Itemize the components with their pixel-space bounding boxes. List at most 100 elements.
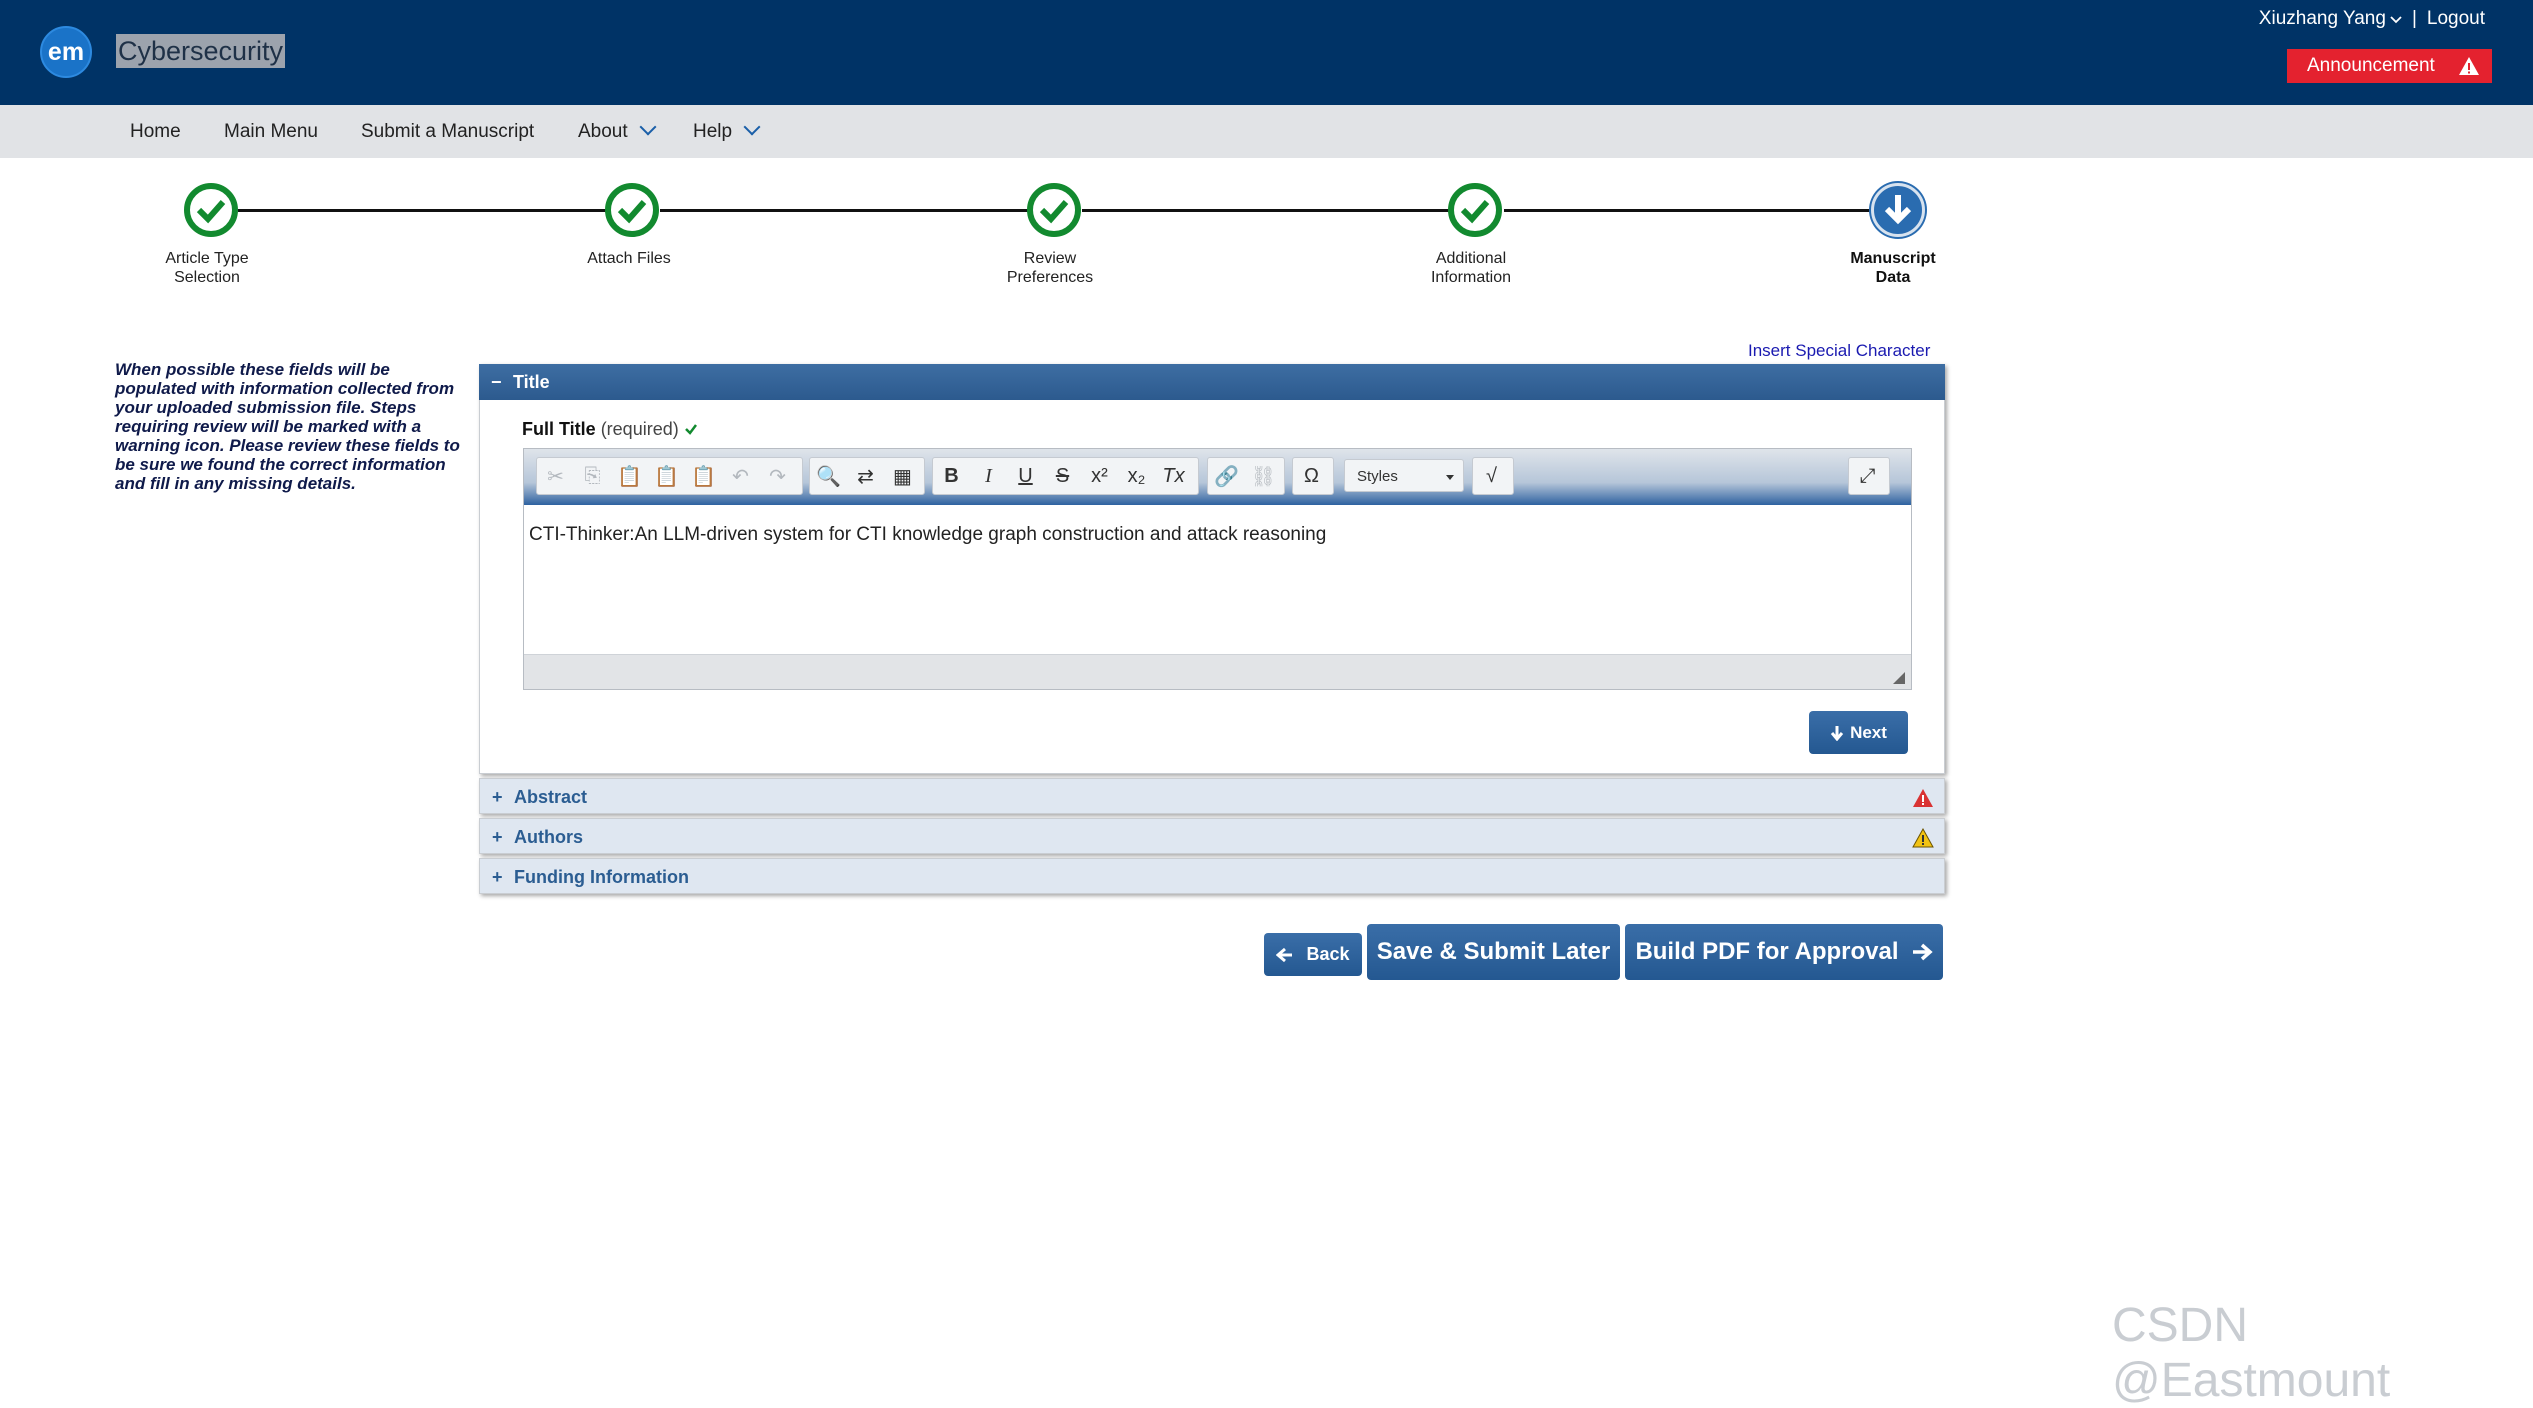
chevron-down-icon [639,118,657,136]
nav-submit-manuscript[interactable]: Submit a Manuscript [361,105,534,158]
maximize-group: ⤢ [1848,457,1890,495]
step-label-current: Manuscript Data [1803,249,1983,287]
step-label: Attach Files [539,249,719,268]
checkmark-icon [1039,200,1069,224]
header-separator: | [2411,8,2417,29]
required-indicator: (required) [600,419,679,439]
checkmark-icon [1460,200,1490,224]
editorial-manager-logo[interactable]: em [40,26,92,78]
strikethrough-icon[interactable]: S [1044,458,1081,494]
expand-icon: + [492,867,503,887]
step-label: Article Type Selection [117,249,297,287]
math-formula-icon[interactable]: √ [1473,458,1510,494]
step-label-line: Manuscript [1850,250,1936,267]
insert-special-character-link[interactable]: Insert Special Character [1748,341,1930,361]
link-icon[interactable]: 🔗 [1208,458,1245,494]
nav-about-label: About [578,121,628,142]
special-char-group: Ω [1292,457,1334,495]
panel-title: Abstract [514,787,588,807]
arrow-left-icon [1276,947,1293,962]
nav-help-label: Help [693,121,733,142]
journal-name: Cybersecurity [116,34,286,68]
authors-panel-header[interactable]: + Authors [479,818,1945,854]
remove-format-icon[interactable]: Tx [1155,458,1192,494]
select-all-icon[interactable]: ▦ [884,458,921,494]
clipboard-group: ✂ ⎘ 📋 📋 📋 ↶ ↷ [536,457,803,495]
abstract-panel-header[interactable]: + Abstract [479,778,1945,814]
collapse-icon: − [491,372,502,392]
paste-icon[interactable]: 📋 [611,458,648,494]
cut-icon[interactable]: ✂ [537,458,574,494]
replace-icon[interactable]: ⇄ [847,458,884,494]
watermark: CSDN @Eastmount [2112,1299,2391,1407]
step-label-line: Additional [1435,250,1507,267]
nav-about[interactable]: About [578,105,657,158]
omega-icon[interactable]: Ω [1293,458,1330,494]
next-button[interactable]: Next [1809,711,1908,754]
build-pdf-label: Build PDF for Approval [1635,938,1899,965]
logout-link[interactable]: Logout [2427,8,2485,30]
field-label: Full Title [522,419,596,439]
arrow-right-icon [1912,943,1933,961]
arrow-down-icon [1884,195,1912,225]
bold-icon[interactable]: B [933,458,970,494]
title-panel-header[interactable]: − Title [479,364,1945,400]
italic-icon[interactable]: I [970,458,1007,494]
build-pdf-button[interactable]: Build PDF for Approval [1625,924,1943,980]
styles-dropdown[interactable]: Styles [1344,459,1464,492]
checkmark-icon [684,424,697,435]
checkmark-icon [617,200,647,224]
help-instructions: When possible these fields will be popul… [115,360,460,493]
nav-main-menu[interactable]: Main Menu [224,105,318,158]
expand-icon: + [492,787,503,807]
find-icon[interactable]: 🔍 [810,458,847,494]
unlink-icon[interactable]: ⛓ [1245,458,1282,494]
next-label: Next [1850,722,1887,742]
maximize-icon[interactable]: ⤢ [1849,458,1886,494]
panel-title: Funding Information [514,867,689,887]
undo-icon[interactable]: ↶ [722,458,759,494]
save-submit-later-button[interactable]: Save & Submit Later [1367,924,1620,980]
paste-word-icon[interactable]: 📋 [685,458,722,494]
step-label-line: Information [1430,269,1512,286]
step-manuscript-data[interactable] [1871,183,1925,237]
back-button[interactable]: Back [1264,933,1362,976]
chevron-down-icon [2390,16,2402,24]
warning-triangle-icon [2459,57,2479,75]
funding-panel-header[interactable]: + Funding Information [479,858,1945,894]
step-additional-information[interactable] [1448,183,1502,237]
user-name: Xiuzhang Yang [2258,8,2386,29]
app-header: em Cybersecurity Xiuzhang Yang | Logout … [0,0,2533,105]
superscript-icon[interactable]: x² [1081,458,1118,494]
redo-icon[interactable]: ↷ [759,458,796,494]
step-article-type[interactable] [184,183,238,237]
copy-icon[interactable]: ⎘ [574,458,611,494]
nav-home[interactable]: Home [130,105,181,158]
step-label: Additional Information [1381,249,1561,287]
editor-resize-bar [524,654,1911,689]
step-review-preferences[interactable] [1027,183,1081,237]
paste-text-icon[interactable]: 📋 [648,458,685,494]
step-label: Review Preferences [960,249,1140,287]
announcement-button[interactable]: Announcement [2287,49,2492,83]
checkmark-icon [196,200,226,224]
underline-icon[interactable]: U [1007,458,1044,494]
arrow-down-icon [1830,725,1844,741]
progress-connector [1504,209,1873,212]
subscript-icon[interactable]: x₂ [1118,458,1155,494]
nav-help[interactable]: Help [693,105,761,158]
expand-icon: + [492,827,503,847]
progress-connector [660,209,1030,212]
announcement-label: Announcement [2307,55,2435,76]
user-name-dropdown[interactable]: Xiuzhang Yang [2259,8,2402,30]
step-attach-files[interactable] [605,183,659,237]
resize-handle-icon[interactable] [1893,672,1905,684]
format-group: B I U S x² x₂ Tx [932,457,1199,495]
step-label-line: Attach Files [587,250,671,267]
panel-title: Title [513,372,550,392]
step-label-line: Selection [174,269,240,286]
step-label-line: Data [1875,269,1911,286]
full-title-input[interactable]: CTI-Thinker:An LLM-driven system for CTI… [529,524,1326,546]
find-group: 🔍 ⇄ ▦ [809,457,925,495]
step-label-line: Review [1023,250,1077,267]
